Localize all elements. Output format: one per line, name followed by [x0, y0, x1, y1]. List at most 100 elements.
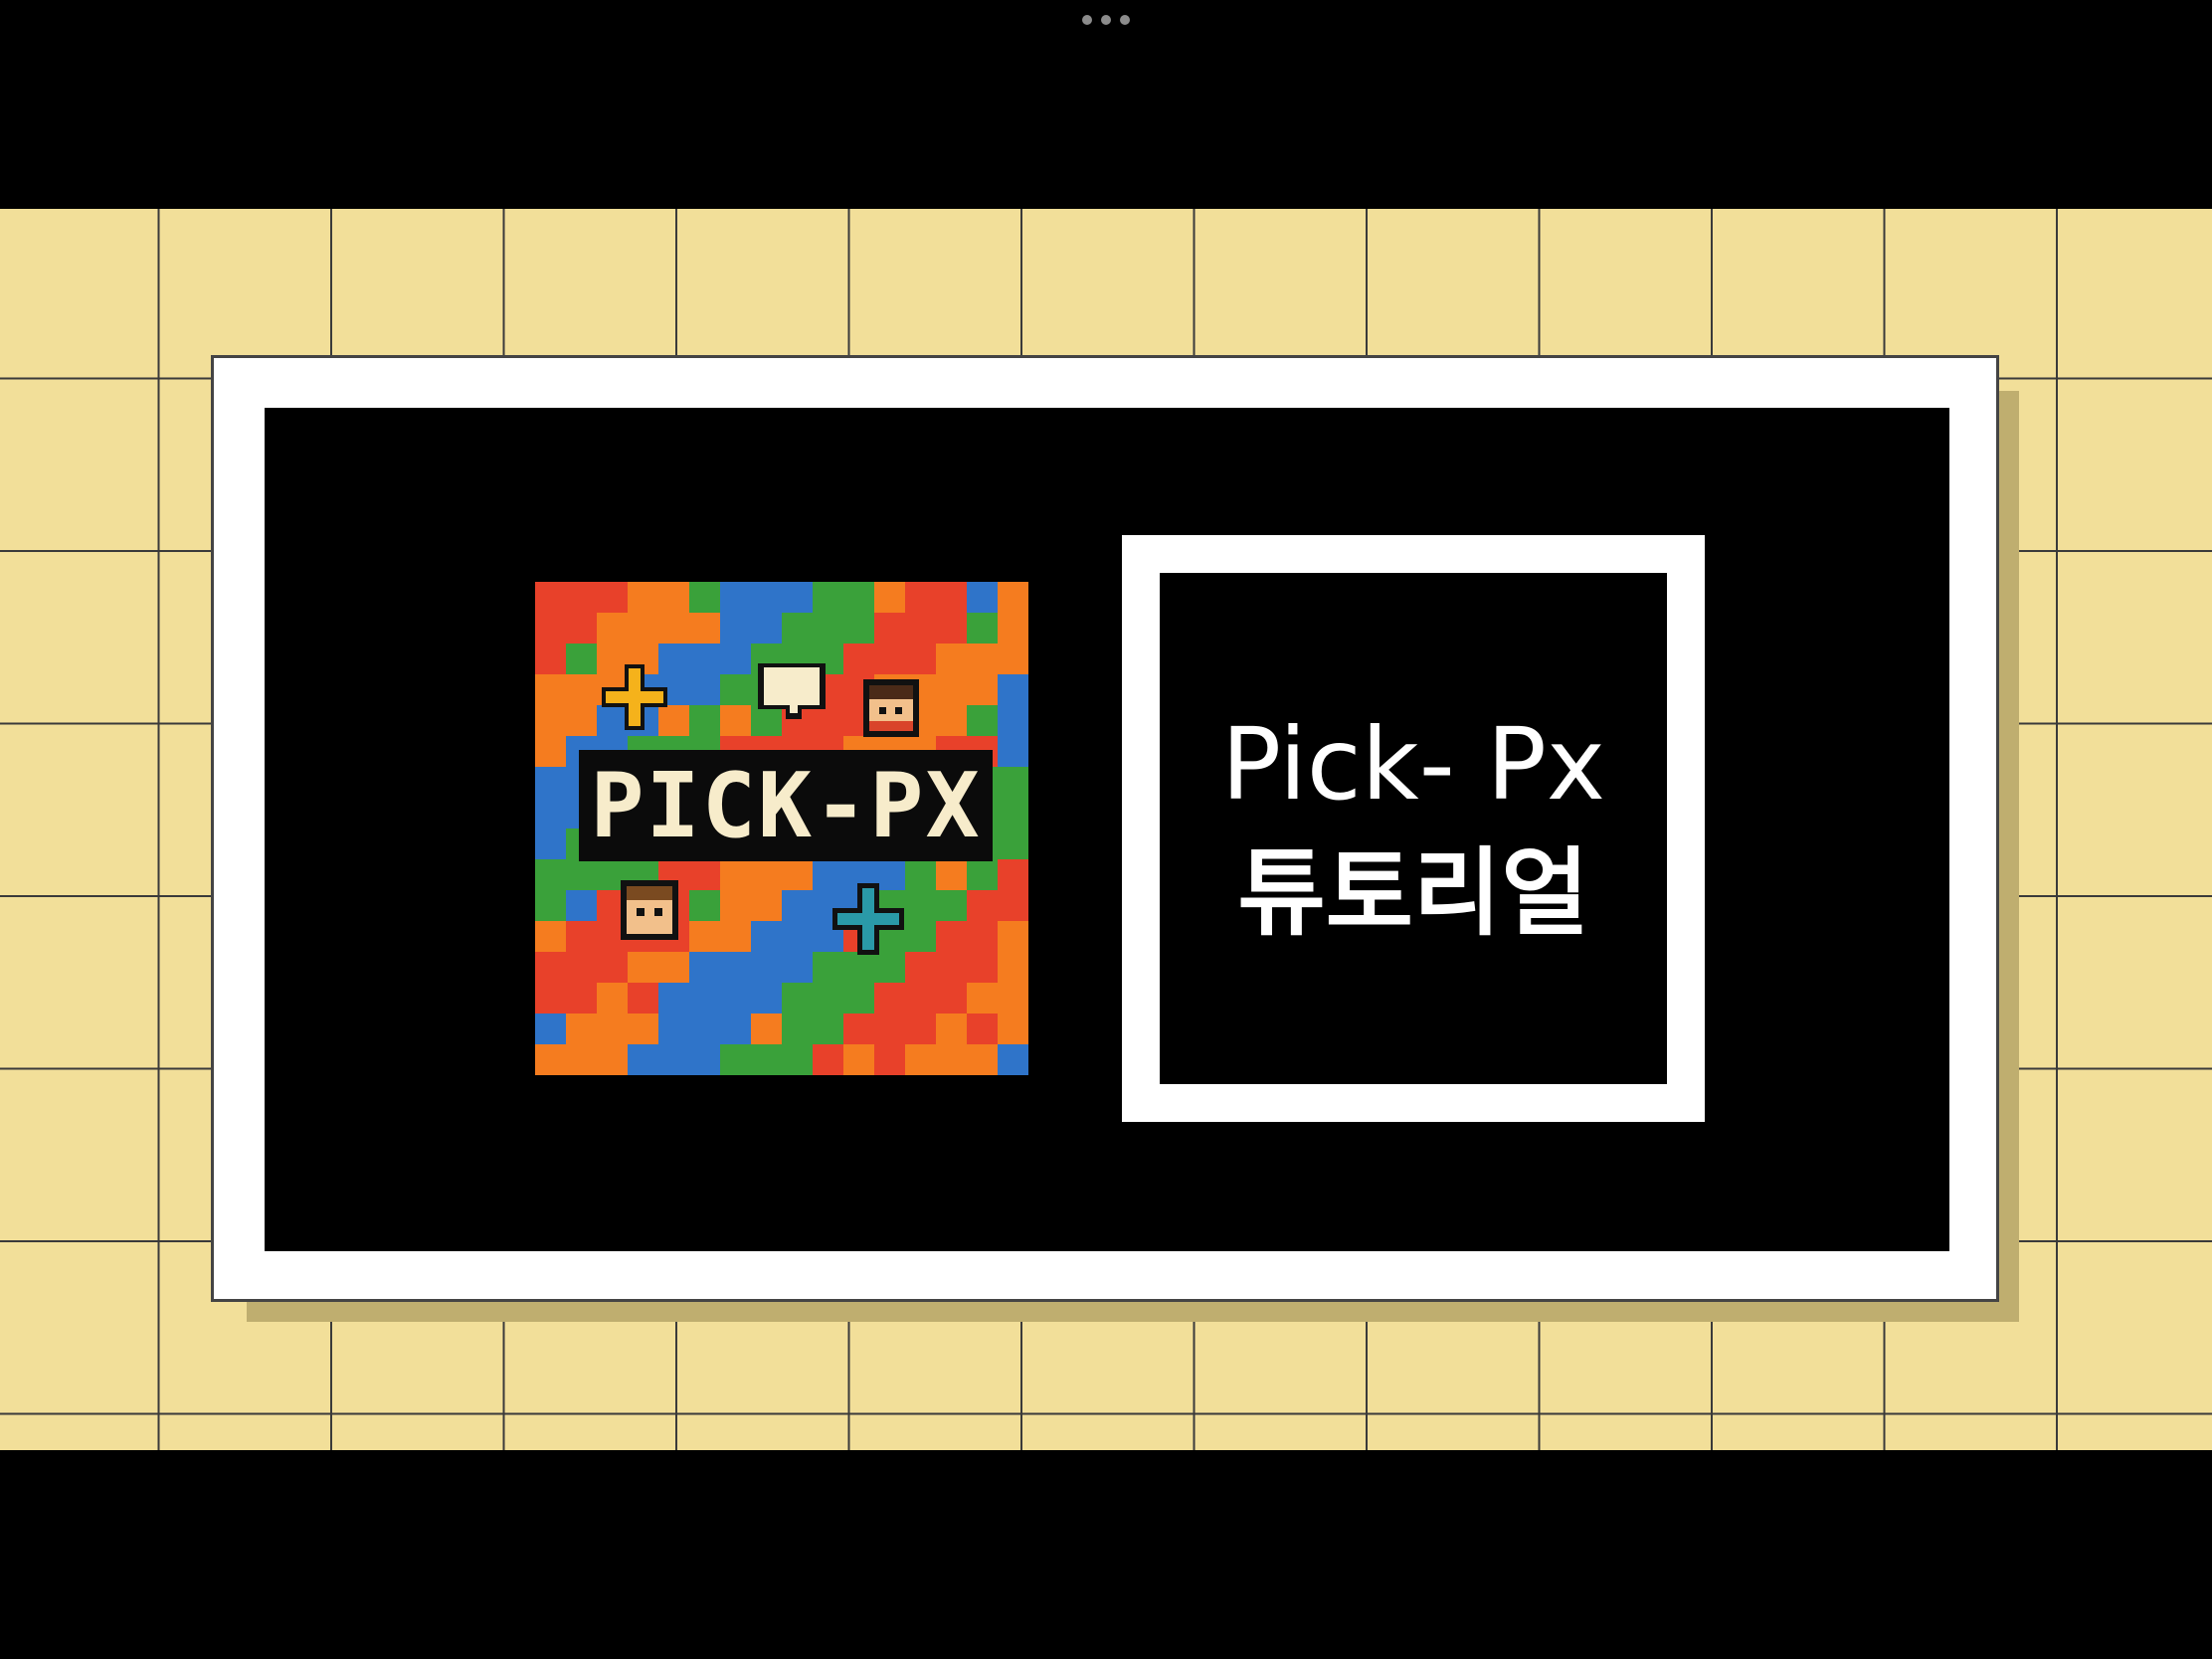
mosaic-tile: [566, 952, 598, 984]
mosaic-tile: [967, 613, 999, 645]
mosaic-tile: [782, 890, 814, 922]
mosaic-tile: [782, 983, 814, 1014]
mosaic-tile: [967, 1014, 999, 1045]
mosaic-tile: [535, 1014, 567, 1045]
mosaic-tile: [720, 890, 752, 922]
mosaic-tile: [535, 1044, 567, 1075]
mosaic-tile: [751, 952, 783, 984]
mosaic-tile: [720, 1044, 752, 1075]
mosaic-tile: [967, 674, 999, 706]
dot: [1082, 15, 1092, 25]
mosaic-tile: [874, 1014, 906, 1045]
mosaic-tile: [535, 736, 567, 768]
title-panel: Pick- Px 튜토리얼: [1160, 573, 1667, 1084]
mosaic-tile: [998, 829, 1028, 860]
mosaic-tile: [998, 798, 1028, 830]
mosaic-tile: [998, 952, 1028, 984]
mosaic-tile: [751, 921, 783, 953]
mosaic-tile: [843, 952, 875, 984]
character-face-icon: [863, 679, 919, 737]
mosaic-tile: [535, 582, 567, 614]
mosaic-tile: [566, 644, 598, 675]
mosaic-tile: [535, 767, 567, 799]
mosaic-tile: [535, 798, 567, 830]
mosaic-tile: [843, 582, 875, 614]
mosaic-tile: [813, 582, 844, 614]
mosaic-tile: [751, 1014, 783, 1045]
mosaic-tile: [597, 983, 629, 1014]
mosaic-tile: [597, 613, 629, 645]
mosaic-tile: [689, 582, 721, 614]
mosaic-tile: [905, 921, 937, 953]
mosaic-tile: [535, 674, 567, 706]
dot: [1120, 15, 1130, 25]
mosaic-tile: [813, 613, 844, 645]
mosaic-tile: [597, 1044, 629, 1075]
character-face-icon: [621, 880, 678, 940]
mosaic-tile: [998, 921, 1028, 953]
mosaic-tile: [843, 613, 875, 645]
mosaic-tile: [689, 644, 721, 675]
mosaic-tile: [658, 1014, 690, 1045]
mosaic-tile: [782, 1044, 814, 1075]
mosaic-tile: [874, 613, 906, 645]
mosaic-tile: [535, 829, 567, 860]
mosaic-tile: [566, 983, 598, 1014]
mosaic-tile: [689, 890, 721, 922]
mosaic-tile: [905, 644, 937, 675]
mosaic-tile: [535, 921, 567, 953]
mosaic-tile: [535, 890, 567, 922]
mosaic-tile: [751, 1044, 783, 1075]
mosaic-tile: [658, 644, 690, 675]
ellipsis-icon[interactable]: [1082, 14, 1130, 26]
mosaic-tile: [628, 1014, 659, 1045]
mosaic-tile: [967, 921, 999, 953]
mosaic-tile: [720, 705, 752, 737]
mosaic-tile: [998, 859, 1028, 891]
mosaic-tile: [905, 582, 937, 614]
mosaic-tile: [936, 983, 968, 1014]
mosaic-tile: [689, 952, 721, 984]
mosaic-tile: [998, 582, 1028, 614]
mosaic-tile: [720, 859, 752, 891]
mosaic-tile: [535, 952, 567, 984]
mosaic-tile: [843, 1044, 875, 1075]
mosaic-tile: [535, 705, 567, 737]
mosaic-tile: [628, 952, 659, 984]
mosaic-tile: [936, 582, 968, 614]
mosaic-tile: [689, 705, 721, 737]
mosaic-tile: [535, 983, 567, 1014]
mosaic-tile: [936, 644, 968, 675]
dot: [1101, 15, 1111, 25]
mosaic-tile: [782, 859, 814, 891]
mosaic-tile: [874, 1044, 906, 1075]
mosaic-tile: [998, 890, 1028, 922]
mosaic-tile: [628, 1044, 659, 1075]
top-bar: [0, 0, 2212, 209]
mosaic-tile: [566, 1044, 598, 1075]
mosaic-tile: [628, 983, 659, 1014]
mosaic-tile: [782, 582, 814, 614]
mosaic-tile: [905, 613, 937, 645]
mosaic-tile: [813, 859, 844, 891]
mosaic-tile: [566, 582, 598, 614]
mosaic-tile: [936, 890, 968, 922]
mosaic-tile: [535, 644, 567, 675]
mosaic-tile: [936, 705, 968, 737]
mosaic-tile: [905, 952, 937, 984]
mosaic-tile: [998, 1044, 1028, 1075]
mosaic-tile: [998, 1014, 1028, 1045]
mosaic-tile: [813, 1014, 844, 1045]
mosaic-tile: [720, 983, 752, 1014]
mosaic-tile: [720, 921, 752, 953]
mosaic-tile: [597, 705, 629, 737]
mosaic-tile: [628, 582, 659, 614]
mosaic-tile: [936, 1044, 968, 1075]
mosaic-tile: [566, 705, 598, 737]
mosaic-tile: [689, 921, 721, 953]
mosaic-tile: [535, 859, 567, 891]
mosaic-tile: [720, 674, 752, 706]
mosaic-tile: [566, 674, 598, 706]
mosaic-tile: [936, 952, 968, 984]
mosaic-tile: [628, 613, 659, 645]
